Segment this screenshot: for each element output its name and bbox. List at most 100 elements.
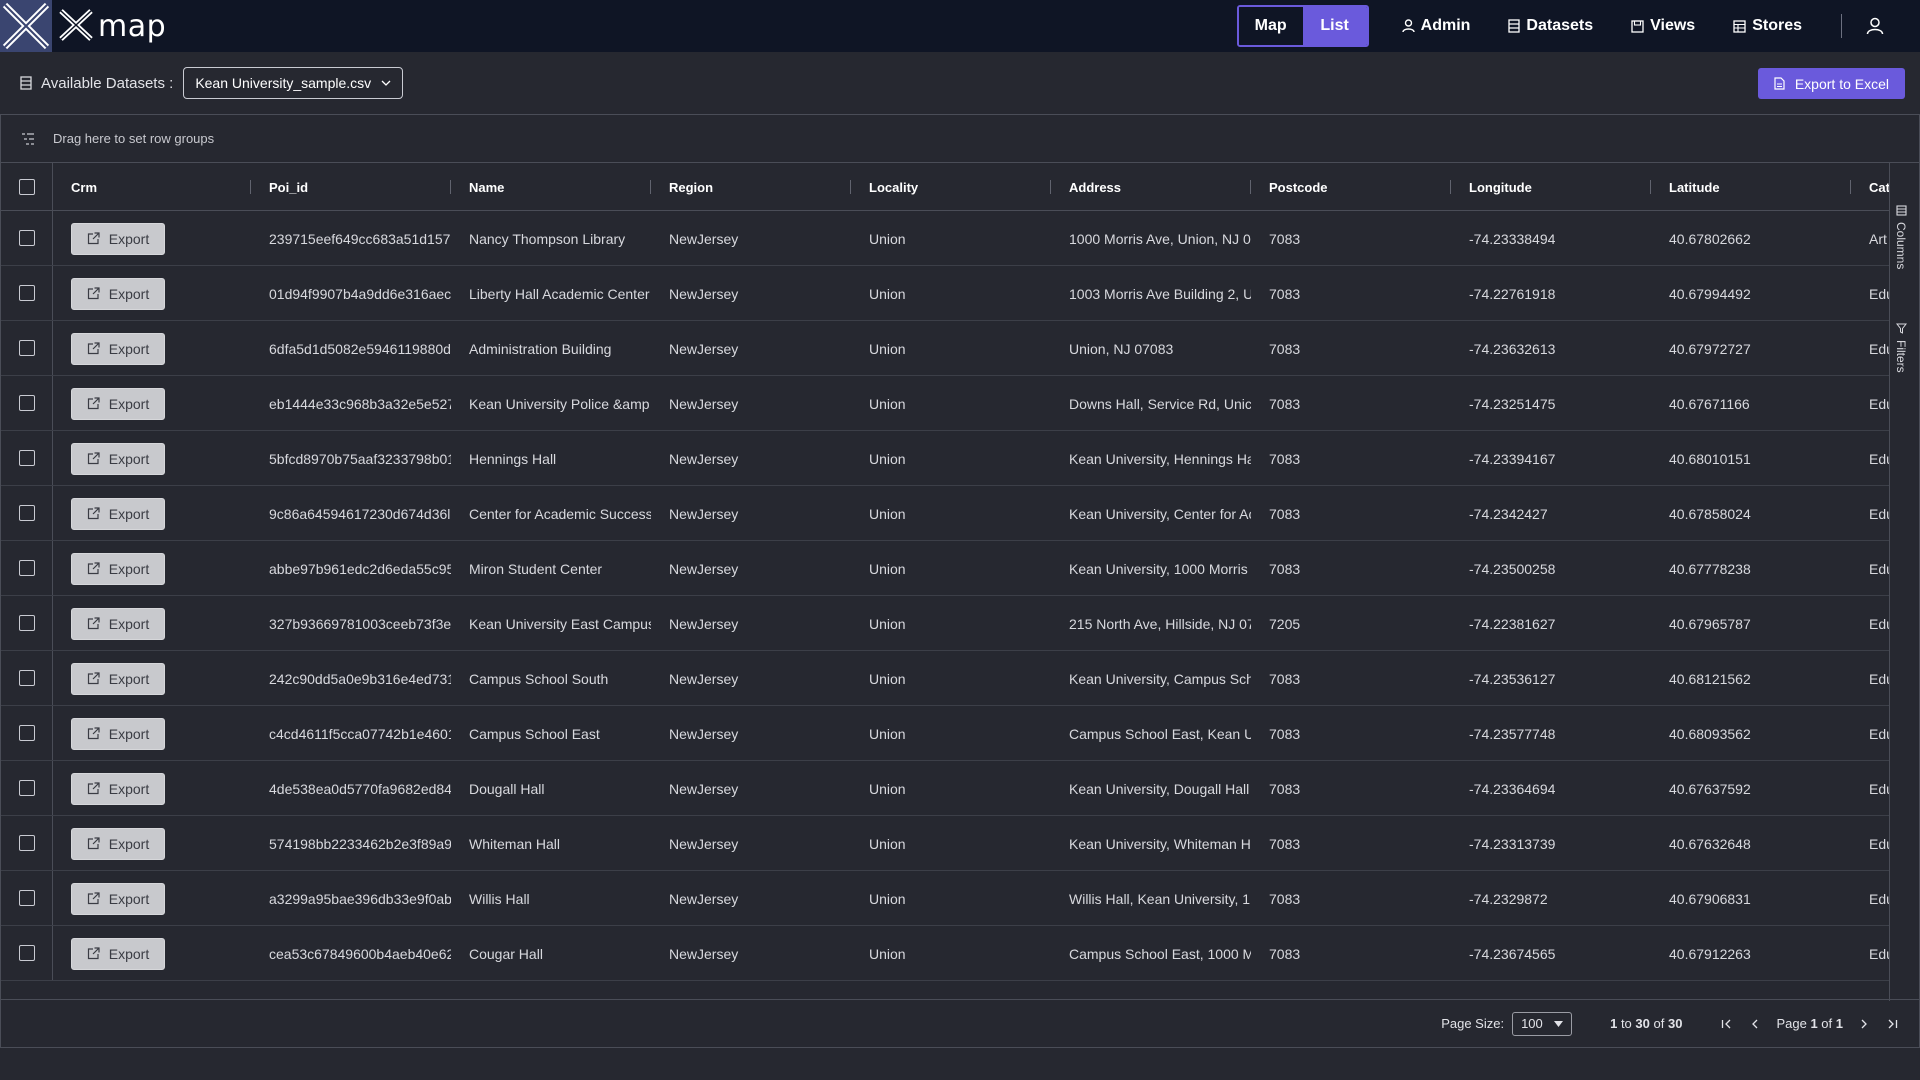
row-checkbox[interactable]: [18, 450, 35, 466]
external-link-icon: [87, 727, 100, 740]
column-header-region[interactable]: Region: [651, 163, 851, 211]
last-page-icon[interactable]: [1885, 1017, 1899, 1031]
first-page-icon[interactable]: [1720, 1017, 1734, 1031]
row-export-button[interactable]: Export: [71, 882, 165, 915]
page-total: 1: [1835, 1016, 1843, 1031]
column-header-label: Poi_id: [269, 179, 309, 195]
cell-crm: Export: [53, 486, 251, 541]
cell-poi-id: 4de538ea0d5770fa9682ed84: [269, 780, 451, 797]
row-checkbox[interactable]: [18, 670, 35, 686]
cell-longitude: -74.23251475: [1469, 395, 1556, 412]
column-header-postcode[interactable]: Postcode: [1251, 163, 1451, 211]
row-checkbox[interactable]: [18, 505, 35, 521]
nav-stores-label: Stores: [1752, 17, 1802, 34]
export-to-excel-button[interactable]: Export to Excel: [1757, 68, 1905, 99]
row-export-label: Export: [108, 780, 150, 797]
nav-stores[interactable]: Stores: [1714, 17, 1821, 35]
column-header-address[interactable]: Address: [1051, 163, 1251, 211]
row-checkbox[interactable]: [18, 230, 35, 246]
row-group-panel[interactable]: Drag here to set row groups: [1, 115, 1919, 163]
table-row[interactable]: Export cea53c67849600b4aeb40e62 Cougar Hal…: [1, 926, 1889, 981]
list-view-button[interactable]: List: [1302, 7, 1367, 45]
cell-poi-id: cea53c67849600b4aeb40e62: [269, 945, 451, 962]
table-row[interactable]: Export a3299a95bae396db33e9f0ab Willis Hal…: [1, 871, 1889, 926]
column-header-locality[interactable]: Locality: [851, 163, 1051, 211]
row-export-button[interactable]: Export: [71, 772, 165, 805]
page-size-select[interactable]: 100: [1512, 1011, 1573, 1036]
range-to-word: to: [1620, 1016, 1632, 1031]
table-row[interactable]: Export 5bfcd8970b75aaf3233798b01 Hennings …: [1, 431, 1889, 486]
cell-locality: Union: [869, 780, 906, 797]
row-checkbox[interactable]: [18, 780, 35, 796]
cell-poi-id: a3299a95bae396db33e9f0ab: [269, 890, 451, 907]
column-header-name[interactable]: Name: [451, 163, 651, 211]
dataset-select[interactable]: Kean University_sample.csv: [183, 67, 404, 99]
external-link-icon: [87, 232, 100, 245]
table-row[interactable]: Export 4de538ea0d5770fa9682ed84 Dougall Ha…: [1, 761, 1889, 816]
table-row[interactable]: Export abbe97b961edc2d6eda55c95 Miron Stud…: [1, 541, 1889, 596]
row-checkbox[interactable]: [18, 395, 35, 411]
row-checkbox[interactable]: [18, 615, 35, 631]
cell-longitude: -74.2329872: [1469, 890, 1548, 907]
range-of-word: of: [1653, 1016, 1665, 1031]
next-page-icon[interactable]: [1857, 1017, 1871, 1031]
filters-tab[interactable]: Filters: [1894, 323, 1908, 373]
cell-locality: Union: [869, 615, 906, 632]
row-export-label: Export: [108, 395, 150, 412]
nav-admin[interactable]: Admin: [1383, 17, 1490, 35]
row-checkbox[interactable]: [18, 560, 35, 576]
row-export-button[interactable]: Export: [71, 607, 165, 640]
row-export-button[interactable]: Export: [71, 662, 165, 695]
nav-views[interactable]: Views: [1612, 17, 1714, 35]
app-logo[interactable]: map: [0, 0, 166, 52]
select-all-checkbox[interactable]: [18, 178, 35, 195]
cell-address: Kean University, Dougall Hall: [1069, 780, 1250, 797]
export-to-excel-label: Export to Excel: [1794, 75, 1889, 92]
row-export-button[interactable]: Export: [71, 387, 165, 420]
nav-datasets[interactable]: Datasets: [1489, 17, 1612, 35]
row-checkbox[interactable]: [18, 340, 35, 356]
row-export-button[interactable]: Export: [71, 277, 165, 310]
row-checkbox[interactable]: [18, 725, 35, 741]
row-export-button[interactable]: Export: [71, 717, 165, 750]
row-checkbox[interactable]: [18, 285, 35, 301]
table-row[interactable]: Export 574198bb2233462b2e3f89a9 Whiteman H…: [1, 816, 1889, 871]
column-header-crm[interactable]: Crm: [53, 163, 251, 211]
cell-region: NewJersey: [669, 780, 739, 797]
column-header-longitude[interactable]: Longitude: [1451, 163, 1651, 211]
row-export-button[interactable]: Export: [71, 937, 165, 970]
cell-category: Edu: [1869, 505, 1889, 522]
row-export-button[interactable]: Export: [71, 497, 165, 530]
cell-latitude: 40.67858024: [1669, 505, 1751, 522]
row-export-button[interactable]: Export: [71, 442, 165, 475]
table-row[interactable]: Export 6dfa5d1d5082e5946119880d Administra…: [1, 321, 1889, 376]
column-header-latitude[interactable]: Latitude: [1651, 163, 1851, 211]
cell-address: Kean University, Center for Ac: [1069, 505, 1251, 522]
table-row[interactable]: Export 01d94f9907b4a9dd6e316aec Liberty Ha…: [1, 266, 1889, 321]
previous-page-icon[interactable]: [1748, 1017, 1762, 1031]
cell-postcode: 7083: [1269, 230, 1301, 247]
table-row[interactable]: Export 239715eef649cc683a51d157 Nancy Thom…: [1, 211, 1889, 266]
cell-name: Nancy Thompson Library: [469, 230, 626, 247]
table-row[interactable]: Export c4cd4611f5cca07742b1e4601 Campus Sc…: [1, 706, 1889, 761]
user-account-icon[interactable]: [1856, 17, 1894, 35]
table-row[interactable]: Export eb1444e33c968b3a32e5e527 Kean Unive…: [1, 376, 1889, 431]
row-export-button[interactable]: Export: [71, 222, 165, 255]
row-checkbox[interactable]: [18, 890, 35, 906]
row-export-button[interactable]: Export: [71, 827, 165, 860]
row-export-button[interactable]: Export: [71, 332, 165, 365]
map-view-button[interactable]: Map: [1238, 7, 1303, 45]
column-header-poi-id[interactable]: Poi_id: [251, 163, 451, 211]
cell-crm: Export: [53, 706, 251, 761]
store-icon: [1733, 19, 1746, 33]
cell-latitude: 40.67972727: [1669, 340, 1751, 357]
row-checkbox[interactable]: [18, 945, 35, 961]
column-header-label: Locality: [869, 179, 919, 195]
table-row[interactable]: Export 327b93669781003ceeb73f3e Kean Unive…: [1, 596, 1889, 651]
table-row[interactable]: Export 9c86a64594617230d674d36l Center for…: [1, 486, 1889, 541]
column-header-category[interactable]: Cat: [1851, 163, 1889, 211]
row-checkbox[interactable]: [18, 835, 35, 851]
columns-tab[interactable]: Columns: [1894, 205, 1908, 269]
table-row[interactable]: Export 242c90dd5a0e9b316e4ed731 Campus Sch…: [1, 651, 1889, 706]
row-export-button[interactable]: Export: [71, 552, 165, 585]
